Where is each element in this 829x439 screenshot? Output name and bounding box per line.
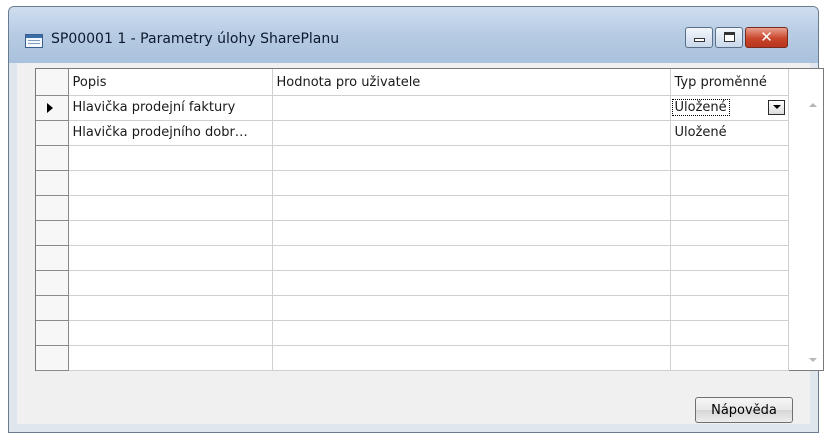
row-selector[interactable]: [36, 170, 69, 196]
hodnota-cell[interactable]: [272, 120, 671, 146]
table-row[interactable]: [36, 270, 789, 296]
close-icon: ✕: [760, 28, 773, 46]
column-header-hodnota[interactable]: Hodnota pro uživatele: [272, 69, 671, 96]
close-button[interactable]: ✕: [745, 27, 788, 48]
table-row[interactable]: [36, 195, 789, 221]
row-selector-header[interactable]: [36, 69, 69, 96]
hodnota-cell[interactable]: [272, 170, 671, 196]
column-header-popis[interactable]: Popis: [68, 69, 273, 96]
popis-cell[interactable]: [68, 270, 273, 296]
column-header-typ[interactable]: Typ proměnné: [670, 69, 789, 96]
table-row[interactable]: [36, 320, 789, 346]
row-selector[interactable]: [36, 295, 69, 321]
hodnota-cell[interactable]: [272, 345, 671, 371]
row-selector[interactable]: [36, 145, 69, 171]
maximize-button[interactable]: [715, 27, 743, 48]
row-selector[interactable]: [36, 320, 69, 346]
popis-cell[interactable]: [68, 295, 273, 321]
table-row[interactable]: [36, 295, 789, 321]
popis-cell[interactable]: [68, 145, 273, 171]
popis-cell[interactable]: [68, 245, 273, 271]
hodnota-cell[interactable]: [272, 195, 671, 221]
row-selector[interactable]: [36, 245, 69, 271]
typ-cell[interactable]: [670, 145, 789, 171]
table-row[interactable]: Hlavička prodejního dobr… Uložené: [36, 120, 789, 146]
row-selector[interactable]: [36, 270, 69, 296]
row-selector[interactable]: [36, 95, 69, 121]
hodnota-cell[interactable]: [272, 320, 671, 346]
hodnota-cell[interactable]: [272, 220, 671, 246]
table-row[interactable]: [36, 245, 789, 271]
header-row: Popis Hodnota pro uživatele Typ proměnné: [36, 69, 789, 96]
parameters-grid: Popis Hodnota pro uživatele Typ proměnné…: [35, 68, 824, 371]
row-selector[interactable]: [36, 345, 69, 371]
row-selector[interactable]: [36, 120, 69, 146]
table-row[interactable]: Hlavička prodejní faktury Uložené: [36, 95, 789, 121]
hodnota-cell[interactable]: [272, 270, 671, 296]
minimize-icon: [694, 38, 705, 42]
hodnota-cell[interactable]: [272, 95, 671, 121]
typ-cell[interactable]: [670, 270, 789, 296]
popis-cell[interactable]: [68, 320, 273, 346]
hodnota-cell[interactable]: [272, 245, 671, 271]
popis-cell[interactable]: Hlavička prodejní faktury: [68, 95, 273, 121]
typ-cell[interactable]: [670, 345, 789, 371]
popis-cell[interactable]: [68, 195, 273, 221]
title-bar[interactable]: SP00001 1 - Parametry úlohy SharePlanu ✕: [9, 7, 818, 63]
dialog-body: Popis Hodnota pro uživatele Typ proměnné…: [17, 63, 824, 424]
table-row[interactable]: [36, 220, 789, 246]
table-row[interactable]: [36, 170, 789, 196]
row-selector[interactable]: [36, 195, 69, 221]
help-button[interactable]: Nápověda: [695, 397, 793, 423]
popis-cell[interactable]: [68, 170, 273, 196]
minimize-button[interactable]: [685, 27, 713, 48]
table-row[interactable]: [36, 345, 789, 371]
typ-cell[interactable]: [670, 245, 789, 271]
window-title: SP00001 1 - Parametry úlohy SharePlanu: [51, 31, 340, 47]
typ-cell[interactable]: [670, 170, 789, 196]
typ-cell[interactable]: [670, 295, 789, 321]
maximize-icon: [724, 32, 735, 42]
app-window-icon: [25, 34, 43, 48]
typ-cell[interactable]: [670, 195, 789, 221]
popis-cell[interactable]: [68, 345, 273, 371]
popis-cell[interactable]: [68, 220, 273, 246]
typ-dropdown-value: Uložené: [671, 99, 730, 116]
parameters-table: Popis Hodnota pro uživatele Typ proměnné…: [36, 69, 789, 371]
scroll-down-icon[interactable]: [809, 358, 817, 362]
popis-cell[interactable]: Hlavička prodejního dobr…: [68, 120, 273, 146]
current-row-icon: [47, 102, 53, 113]
dialog-window: SP00001 1 - Parametry úlohy SharePlanu ✕…: [8, 6, 824, 433]
typ-dropdown[interactable]: Uložené: [670, 95, 789, 121]
typ-cell[interactable]: [670, 220, 789, 246]
vertical-scrollbar[interactable]: [804, 95, 823, 370]
typ-cell[interactable]: [670, 320, 789, 346]
row-selector[interactable]: [36, 220, 69, 246]
hodnota-cell[interactable]: [272, 145, 671, 171]
table-row[interactable]: [36, 145, 789, 171]
typ-cell[interactable]: Uložené: [670, 120, 789, 146]
hodnota-cell[interactable]: [272, 295, 671, 321]
scroll-up-icon[interactable]: [809, 103, 817, 107]
dropdown-arrow-icon[interactable]: [767, 99, 785, 115]
